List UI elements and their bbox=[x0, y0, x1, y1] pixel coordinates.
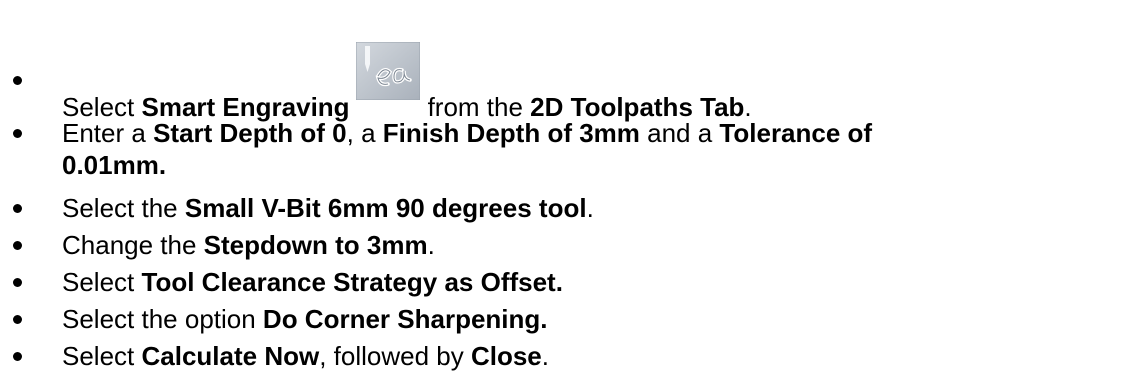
step-keyword: Start Depth of 0 bbox=[153, 118, 347, 148]
step-keyword: Do Corner Sharpening. bbox=[262, 304, 548, 334]
step-keyword: Tolerance of bbox=[719, 118, 873, 148]
step-keyword: Finish Depth of 3mm bbox=[382, 118, 640, 148]
smart-engraving-toolpath-icon bbox=[355, 42, 420, 122]
step-text-segment: . bbox=[541, 341, 550, 371]
step-text-segment: Change the bbox=[62, 230, 204, 260]
bullet-icon bbox=[13, 204, 22, 213]
step-keyword: Small V-Bit 6mm 90 degrees tool bbox=[184, 193, 587, 223]
bullet-icon bbox=[13, 278, 22, 287]
step-text-segment: Select bbox=[62, 267, 142, 297]
step-text: Select the Small V-Bit 6mm 90 degrees to… bbox=[62, 192, 594, 224]
step-text-segment: . bbox=[586, 193, 594, 223]
step-text: Select Smart Engraving from the 2D Toolp… bbox=[62, 42, 752, 123]
step-keyword: Tool Clearance Strategy as Offset. bbox=[141, 267, 563, 297]
step-text: Select Calculate Now, followed by Close. bbox=[62, 340, 549, 372]
bullet-icon bbox=[13, 76, 22, 85]
step-keyword: Stepdown to 3mm bbox=[203, 230, 428, 260]
step-keyword: Calculate Now bbox=[141, 341, 320, 371]
step-text-segment: Select bbox=[62, 341, 142, 371]
step-keyword: 0.01mm. bbox=[62, 150, 167, 180]
step-text-segment: , followed by bbox=[319, 341, 471, 371]
bullet-icon bbox=[13, 241, 22, 250]
step-text-segment: and a bbox=[639, 118, 720, 148]
step-text-segment: , a bbox=[346, 118, 383, 148]
step-text-segment: Enter a bbox=[62, 118, 154, 148]
step-text-segment: Select the bbox=[62, 193, 185, 223]
step-text: Enter a Start Depth of 0, a Finish Depth… bbox=[62, 117, 872, 181]
step-keyword: Close bbox=[470, 341, 542, 371]
bullet-icon bbox=[13, 129, 22, 138]
instruction-document: Select Smart Engraving from the 2D Toolp… bbox=[0, 0, 1147, 387]
step-text-segment: Select the option bbox=[62, 304, 263, 334]
step-text: Change the Stepdown to 3mm. bbox=[62, 229, 435, 261]
step-text-segment: . bbox=[427, 230, 435, 260]
bullet-icon bbox=[13, 352, 22, 361]
step-text: Select the option Do Corner Sharpening. bbox=[62, 303, 548, 335]
bullet-icon bbox=[13, 315, 22, 324]
step-text: Select Tool Clearance Strategy as Offset… bbox=[62, 266, 563, 298]
